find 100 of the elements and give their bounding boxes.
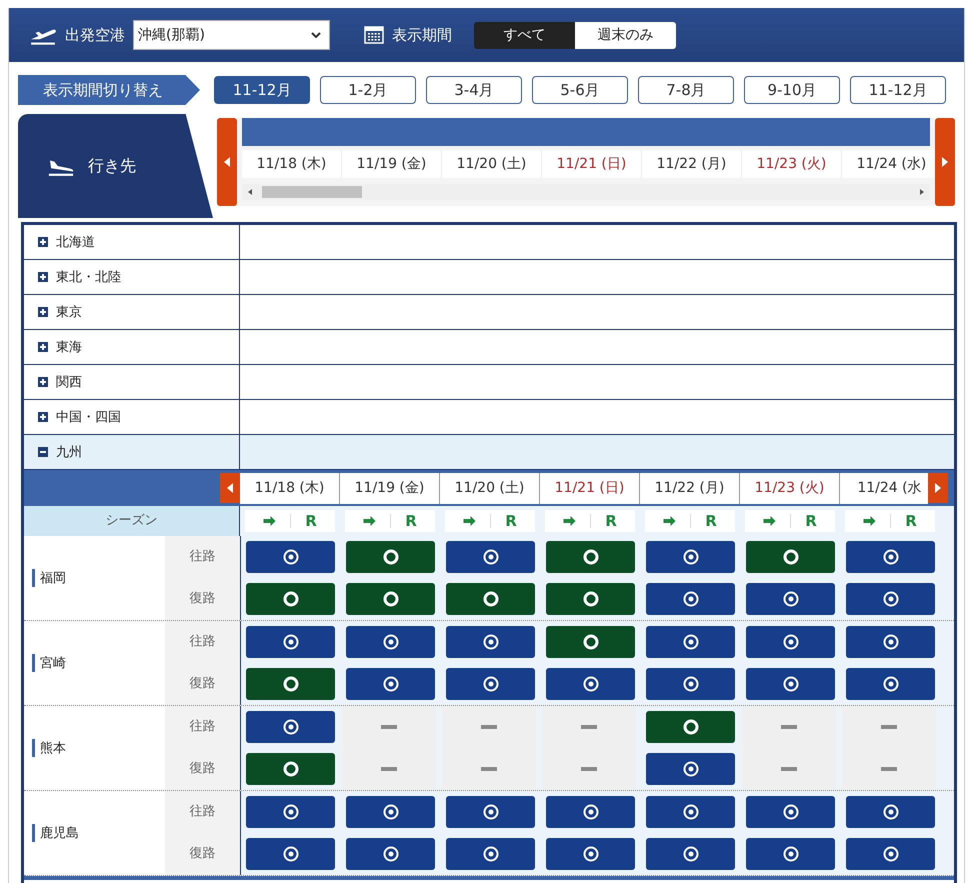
fare-button[interactable] (746, 541, 835, 573)
dash-icon (380, 767, 396, 771)
chevron-down-icon (311, 32, 321, 38)
fare-button[interactable] (646, 711, 735, 743)
r-label: R (905, 512, 917, 530)
expand-icon[interactable] (38, 237, 48, 247)
period-tab[interactable]: 11-12月 (850, 76, 946, 104)
expand-icon[interactable] (38, 342, 48, 352)
fare-button[interactable] (446, 838, 535, 870)
fare-button[interactable] (646, 838, 735, 870)
date-header: 11/24 (水 (840, 473, 928, 504)
fare-button[interactable] (746, 668, 835, 700)
fare-button[interactable] (346, 626, 435, 658)
collapse-icon[interactable] (38, 447, 48, 457)
direction-label: 復路 (165, 663, 241, 705)
departure-select[interactable]: 沖縄(那覇) (133, 20, 330, 50)
scrollbar-thumb[interactable] (262, 186, 362, 198)
period-tab[interactable]: 1-2月 (320, 76, 416, 104)
fare-button[interactable] (246, 668, 335, 700)
scroll-left-button[interactable] (220, 473, 240, 503)
fare-button[interactable] (746, 838, 835, 870)
fare-button[interactable] (746, 796, 835, 828)
fare-button[interactable] (346, 541, 435, 573)
double-circle-icon (282, 719, 298, 735)
region-name[interactable]: 東海 (56, 338, 82, 356)
fare-button[interactable] (546, 838, 635, 870)
fare-button[interactable] (646, 583, 735, 615)
fare-button[interactable] (246, 838, 335, 870)
double-circle-icon (882, 676, 898, 692)
region-name[interactable]: 九州 (56, 443, 82, 461)
fare-button[interactable] (546, 626, 635, 658)
fare-button[interactable] (246, 711, 335, 743)
fare-button[interactable] (246, 541, 335, 573)
right-arrow-icon (863, 515, 876, 527)
fare-button[interactable] (546, 583, 635, 615)
direction-label: 往路 (165, 621, 241, 663)
fare-button[interactable] (246, 583, 335, 615)
fare-button[interactable] (446, 541, 535, 573)
fare-button[interactable] (346, 583, 435, 615)
dash-icon (580, 725, 596, 729)
fare-button[interactable] (246, 753, 335, 785)
double-circle-icon (782, 846, 798, 862)
date-header: 11/18 (木) (242, 150, 342, 178)
double-circle-icon (582, 676, 598, 692)
scroll-right-button[interactable] (928, 473, 948, 503)
fare-button[interactable] (746, 583, 835, 615)
fare-button[interactable] (346, 668, 435, 700)
fare-button[interactable] (346, 838, 435, 870)
period-tab[interactable]: 9-10月 (744, 76, 840, 104)
fare-button[interactable] (546, 668, 635, 700)
fare-button[interactable] (346, 796, 435, 828)
expand-icon[interactable] (38, 272, 48, 282)
double-circle-icon (282, 846, 298, 862)
region-name[interactable]: 北海道 (56, 233, 95, 251)
fare-button[interactable] (846, 796, 935, 828)
fare-button[interactable] (646, 753, 735, 785)
fare-button[interactable] (646, 668, 735, 700)
period-tab[interactable]: 3-4月 (426, 76, 522, 104)
fare-button[interactable] (646, 626, 735, 658)
fare-button[interactable] (846, 583, 935, 615)
region-name[interactable]: 中国・四国 (56, 408, 121, 426)
fare-button[interactable] (846, 668, 935, 700)
expand-icon[interactable] (38, 307, 48, 317)
right-arrow-icon (563, 515, 576, 527)
period-tab[interactable]: 5-6月 (532, 76, 628, 104)
fare-button[interactable] (646, 541, 735, 573)
fare-button[interactable] (846, 838, 935, 870)
circle-icon (782, 549, 798, 565)
fare-button[interactable] (446, 583, 535, 615)
expand-icon[interactable] (38, 377, 48, 387)
region-name[interactable]: 東京 (56, 303, 82, 321)
period-option[interactable]: 週末のみ (575, 22, 676, 48)
fare-button[interactable] (846, 626, 935, 658)
fare-button[interactable] (546, 541, 635, 573)
right-arrow-icon (463, 515, 476, 527)
period-option[interactable]: すべて (474, 22, 575, 48)
fare-button[interactable] (746, 626, 835, 658)
expand-icon[interactable] (38, 412, 48, 422)
circle-icon (582, 634, 598, 650)
departure-label: 出発空港 (65, 26, 125, 44)
fare-button[interactable] (546, 796, 635, 828)
fare-button[interactable] (846, 541, 935, 573)
region-name[interactable]: 関西 (56, 373, 82, 391)
scroll-right-button[interactable] (935, 118, 955, 206)
fare-button[interactable] (246, 626, 335, 658)
fare-button[interactable] (446, 796, 535, 828)
dash-icon (380, 725, 396, 729)
period-tab[interactable]: 11-12月 (214, 76, 310, 104)
fare-button[interactable] (646, 796, 735, 828)
scroll-left-button[interactable] (217, 118, 237, 206)
scrollbar[interactable] (242, 184, 930, 200)
fare-button[interactable] (446, 626, 535, 658)
r-label: R (805, 512, 817, 530)
period-tab[interactable]: 7-8月 (638, 76, 734, 104)
date-header: 11/20 (土) (442, 150, 542, 178)
fare-button[interactable] (246, 796, 335, 828)
destination-name: 福岡 (32, 569, 66, 587)
region-name[interactable]: 東北・北陸 (56, 268, 121, 286)
season-label: シーズン (24, 506, 240, 536)
fare-button[interactable] (446, 668, 535, 700)
